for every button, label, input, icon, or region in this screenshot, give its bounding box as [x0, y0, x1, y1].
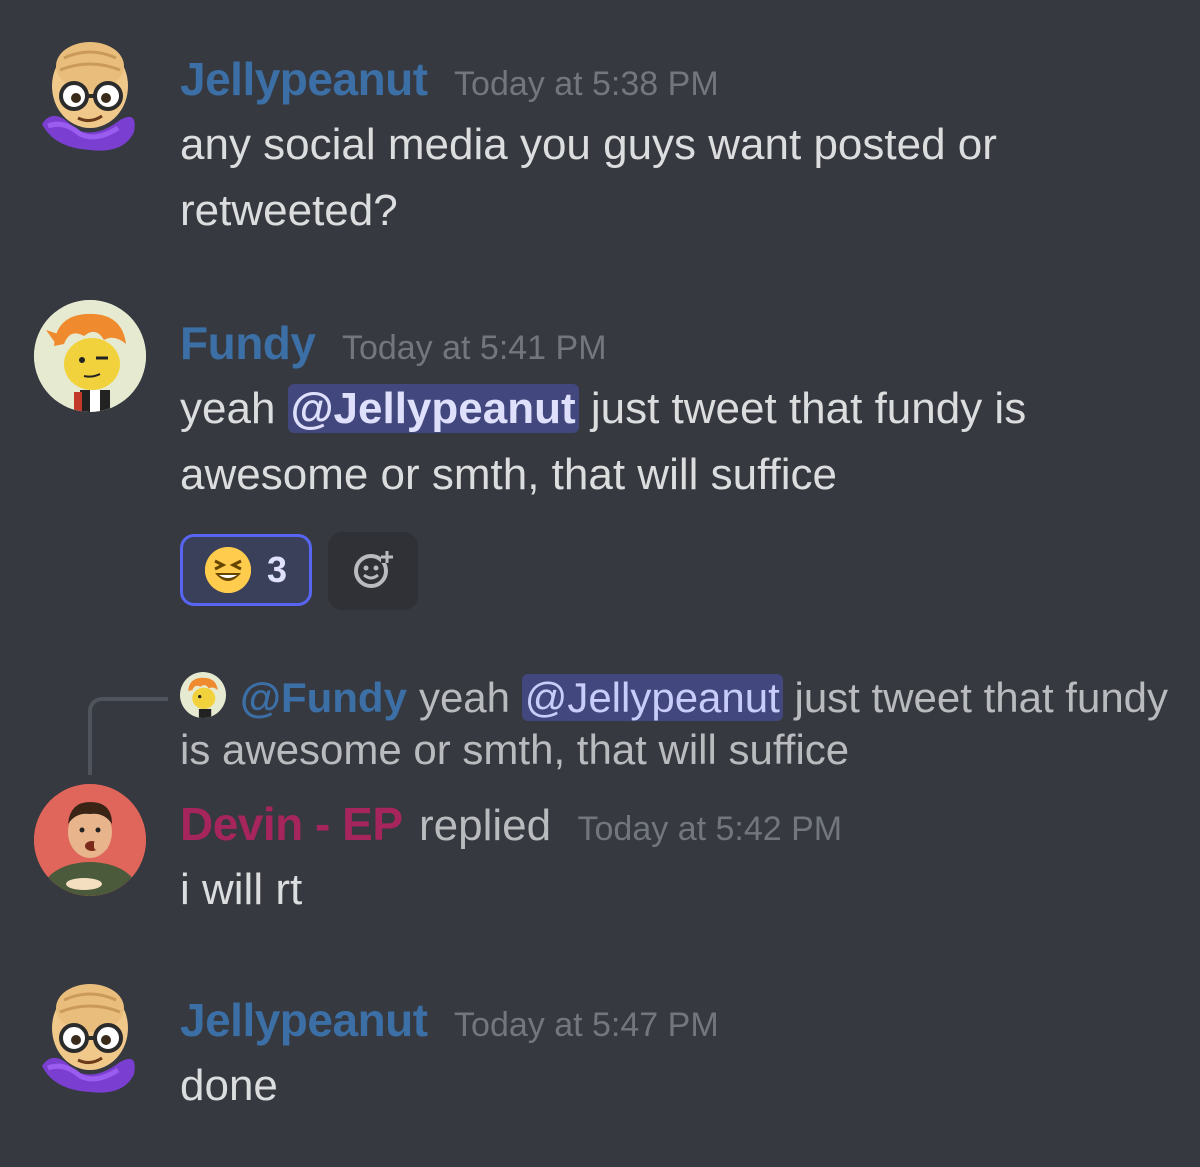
- add-reaction-button[interactable]: [328, 532, 418, 610]
- reaction-button[interactable]: 3: [180, 534, 312, 606]
- message-text: i will rt: [180, 865, 303, 914]
- replied-label: replied: [418, 801, 552, 850]
- jellypeanut-avatar[interactable]: [34, 978, 146, 1096]
- laughing-face-icon: [205, 547, 251, 593]
- reply-mention: @Jellypeanut: [521, 674, 783, 721]
- add-reaction-icon: [351, 547, 395, 596]
- reply-reference[interactable]: @Fundy yeah @Jellypeanut just tweet that …: [180, 672, 1170, 776]
- reply-spine: [88, 697, 168, 775]
- timestamp: Today at 5:38 PM: [454, 65, 719, 103]
- timestamp: Today at 5:42 PM: [577, 810, 843, 848]
- fundy-avatar[interactable]: [34, 300, 146, 412]
- username[interactable]: Fundy: [180, 317, 316, 369]
- username[interactable]: Devin - EP: [180, 798, 403, 850]
- username[interactable]: Jellypeanut: [180, 53, 428, 105]
- reaction-count: 3: [267, 549, 288, 590]
- fundy-small-avatar: [180, 672, 226, 718]
- devin-avatar[interactable]: [34, 784, 146, 896]
- text-segment: yeah: [180, 384, 288, 433]
- reply-author[interactable]: @Fundy: [240, 674, 407, 721]
- username[interactable]: Jellypeanut: [180, 994, 428, 1046]
- message-text: any social media you guys want posted or…: [180, 120, 997, 235]
- timestamp: Today at 5:41 PM: [341, 329, 607, 367]
- jellypeanut-avatar[interactable]: [34, 36, 146, 154]
- message-text: yeah @Jellypeanut just tweet that fundy …: [180, 376, 1170, 508]
- user-mention[interactable]: @Jellypeanut: [287, 384, 579, 433]
- reply-text: yeah: [418, 674, 522, 721]
- timestamp: Today at 5:47 PM: [454, 1006, 719, 1044]
- message-text: done: [180, 1061, 278, 1110]
